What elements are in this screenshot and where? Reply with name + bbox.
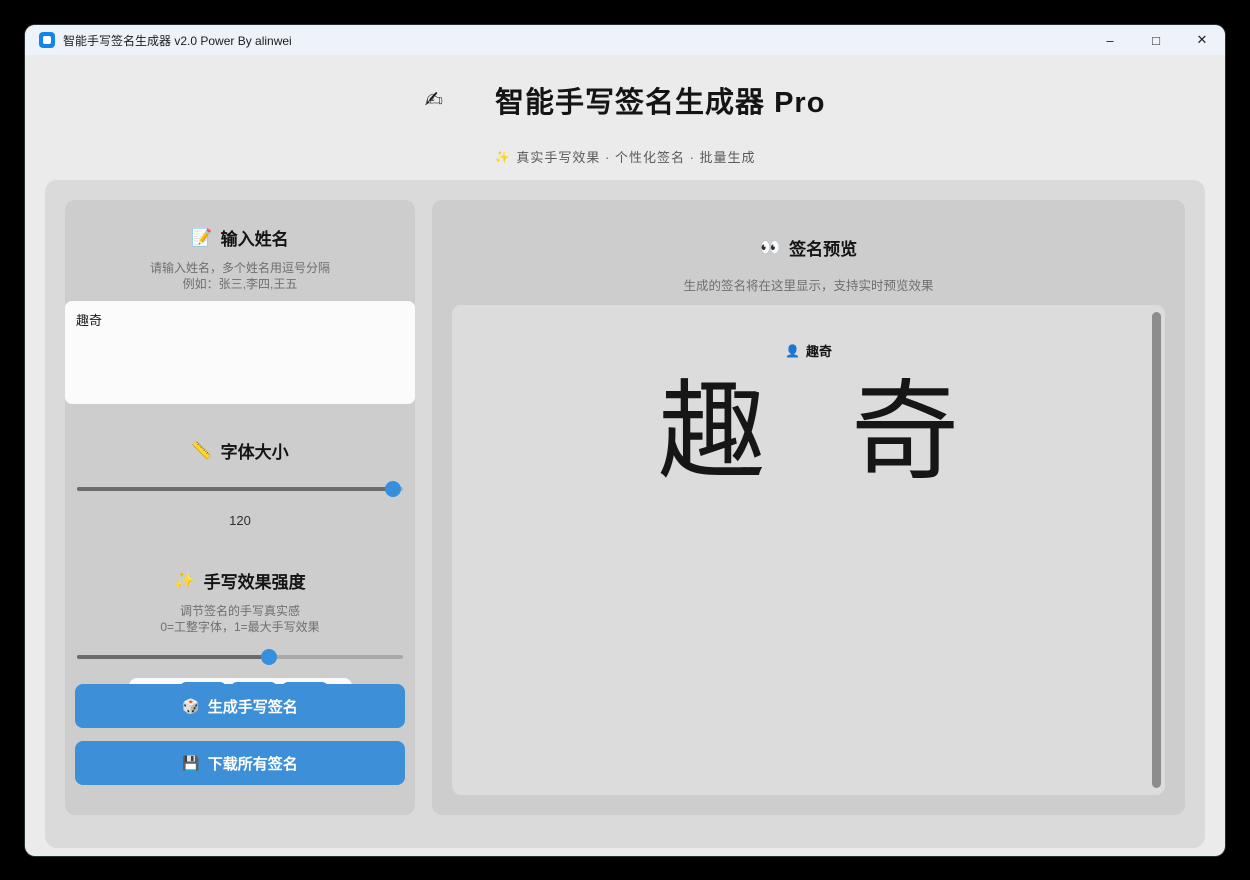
person-icon: 👤 (785, 344, 800, 358)
page-subtitle: 真实手写效果 · 个性化签名 · 批量生成 (516, 147, 755, 166)
floppy-disk-icon: 💾 (182, 755, 199, 772)
preview-scrollbar-thumb[interactable] (1152, 312, 1161, 788)
strength-help-line1: 调节签名的手写真实感 (65, 603, 415, 619)
signature-name-label: 👤 趣奇 (452, 341, 1165, 360)
header: ✍ 智能手写签名生成器 Pro ✨ 真实手写效果 · 个性化签名 · 批量生成 (25, 55, 1225, 166)
download-button-label: 下载所有签名 (208, 753, 298, 774)
name-input-help-line1: 请输入姓名，多个姓名用逗号分隔 (65, 260, 415, 276)
name-input-help-line2: 例如：张三,李四,王五 (65, 276, 415, 292)
preview-help: 生成的签名将在这里显示，支持实时预览效果 (432, 278, 1185, 294)
app-icon (39, 32, 55, 48)
font-size-title-label: 字体大小 (221, 438, 289, 463)
ruler-icon: 📏 (191, 441, 212, 461)
dice-icon: 🎲 (182, 698, 199, 715)
strength-help: 调节签名的手写真实感 0=工整字体，1=最大手写效果 (65, 603, 415, 635)
maximize-button[interactable]: □ (1133, 25, 1179, 55)
generate-signatures-button[interactable]: 🎲 生成手写签名 (75, 684, 405, 728)
strength-help-line2: 0=工整字体，1=最大手写效果 (65, 619, 415, 635)
window-controls: – □ ✕ (1087, 25, 1225, 55)
handwritten-signature: 趣奇 (452, 374, 1165, 492)
strength-slider-fill (77, 655, 269, 659)
titlebar: 智能手写签名生成器 v2.0 Power By alinwei – □ ✕ (25, 25, 1225, 55)
name-input-title-label: 输入姓名 (221, 225, 289, 250)
name-input-help: 请输入姓名，多个姓名用逗号分隔 例如：张三,李四,王五 (65, 260, 415, 292)
close-button[interactable]: ✕ (1179, 25, 1225, 55)
strength-title-label: 手写效果强度 (204, 568, 306, 593)
font-size-slider-fill (77, 487, 393, 491)
font-size-section-title: 📏 字体大小 (65, 438, 415, 463)
minimize-button[interactable]: – (1087, 25, 1133, 55)
input-panel: 📝 输入姓名 请输入姓名，多个姓名用逗号分隔 例如：张三,李四,王五 趣奇 📏 … (65, 200, 415, 815)
app-window: 智能手写签名生成器 v2.0 Power By alinwei – □ ✕ ✍ … (25, 25, 1225, 856)
sparkles-icon: ✨ (174, 571, 195, 591)
memo-icon: 📝 (191, 228, 212, 248)
preview-panel: 👀 签名预览 生成的签名将在这里显示，支持实时预览效果 👤 趣奇 趣奇 (432, 200, 1185, 815)
font-size-value: 120 (65, 513, 415, 528)
generate-button-label: 生成手写签名 (208, 696, 298, 717)
signature-name-text: 趣奇 (806, 341, 832, 360)
strength-slider-thumb[interactable] (261, 649, 277, 665)
names-input[interactable]: 趣奇 (65, 301, 415, 404)
page-title: 智能手写签名生成器 Pro (495, 79, 825, 121)
font-size-slider-thumb[interactable] (385, 481, 401, 497)
window-title: 智能手写签名生成器 v2.0 Power By alinwei (63, 32, 292, 49)
download-all-button[interactable]: 💾 下载所有签名 (75, 741, 405, 785)
font-size-slider[interactable] (77, 481, 403, 497)
name-input-section-title: 📝 输入姓名 (65, 225, 415, 250)
strength-section-title: ✨ 手写效果强度 (65, 568, 415, 593)
main-content: 📝 输入姓名 请输入姓名，多个姓名用逗号分隔 例如：张三,李四,王五 趣奇 📏 … (45, 180, 1205, 848)
preview-section-title: 👀 签名预览 (432, 235, 1185, 260)
strength-slider[interactable] (77, 649, 403, 665)
eyes-icon: 👀 (760, 238, 781, 258)
sparkles-icon: ✨ (494, 150, 509, 164)
signature-preview-canvas: 👤 趣奇 趣奇 (452, 305, 1165, 795)
preview-title-label: 签名预览 (789, 235, 857, 260)
writing-hand-icon: ✍ (425, 87, 443, 113)
